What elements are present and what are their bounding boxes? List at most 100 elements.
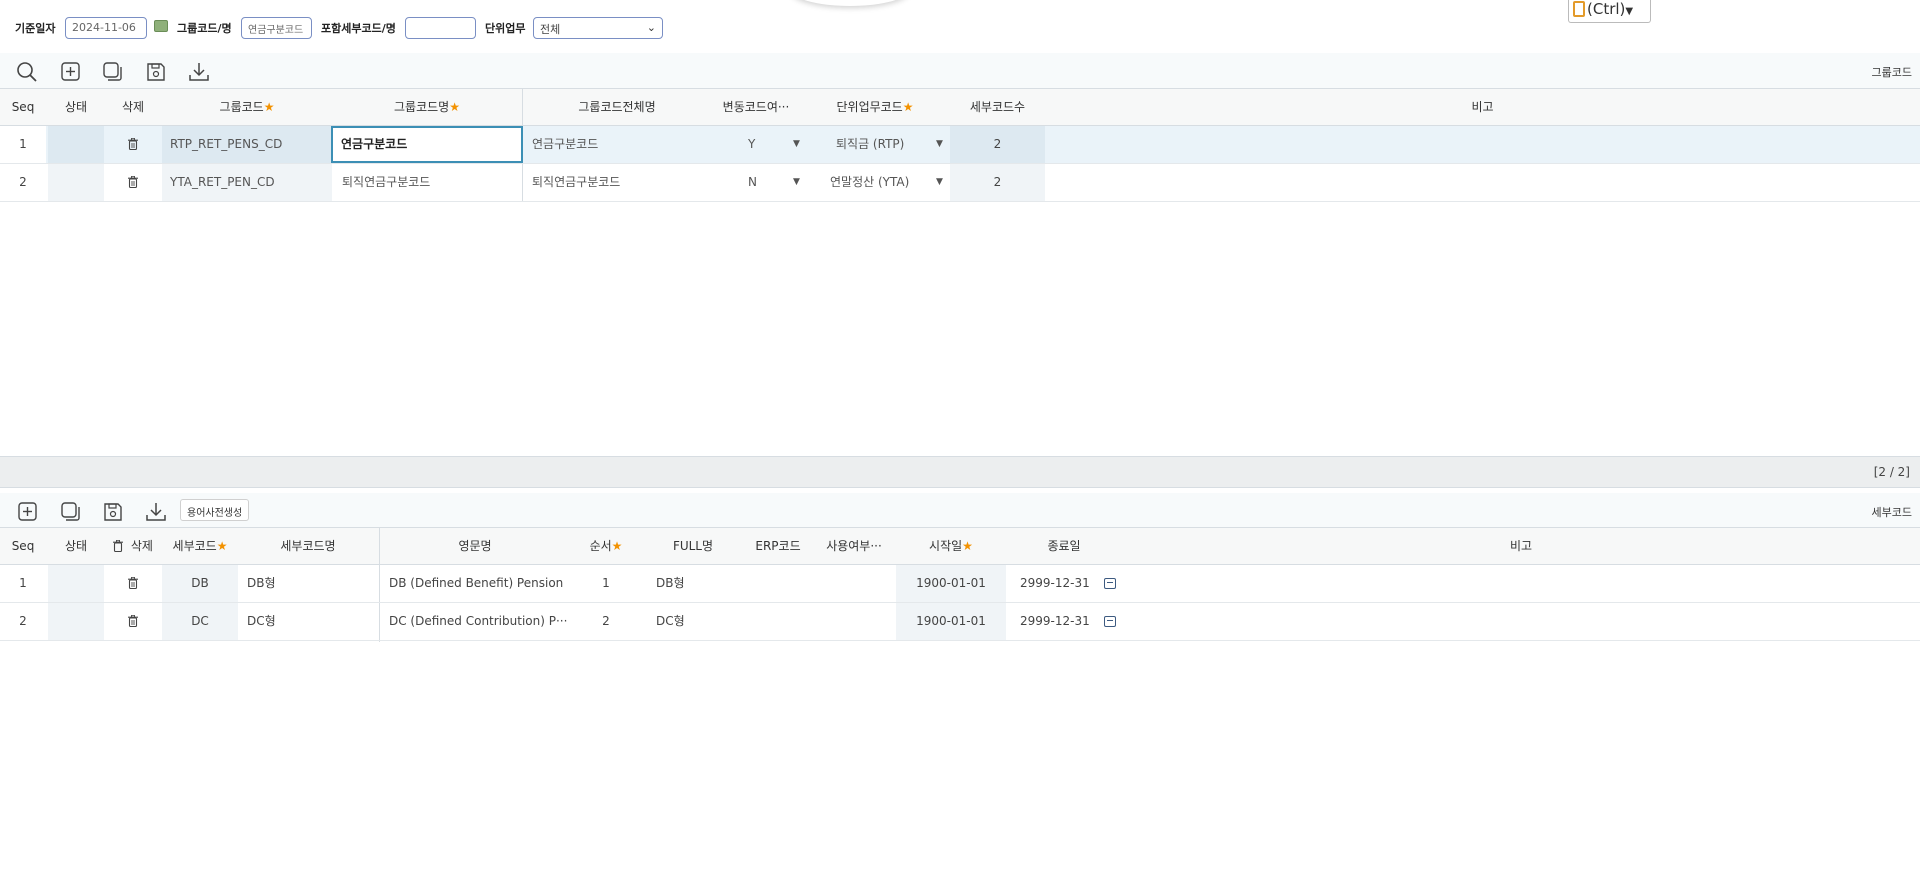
col-remark[interactable]: 비고 xyxy=(1045,89,1920,125)
group-code-grid: Seq 상태 삭제 그룹코드★ 그룹코드명★ 그룹코드전체명 변동코드여··· … xyxy=(0,88,1920,458)
trash-icon[interactable] xyxy=(104,164,162,201)
col-seq[interactable]: Seq xyxy=(0,528,46,564)
detail-code-grid-header: Seq 상태 삭제 세부코드★ 세부코드명 영문명 순서★ FULL명 ERP코… xyxy=(0,527,1920,565)
cell-start-date[interactable]: 1900-01-01 xyxy=(896,603,1006,640)
col-erp-code[interactable]: ERP코드 xyxy=(744,528,812,564)
col-end-date[interactable]: 종료일 xyxy=(1006,528,1122,564)
download-icon[interactable] xyxy=(145,501,167,523)
col-status[interactable]: 상태 xyxy=(48,89,104,125)
col-remark[interactable]: 비고 xyxy=(1122,528,1920,564)
calendar-icon[interactable] xyxy=(154,20,168,32)
cell-end-date[interactable]: 2999-12-31 xyxy=(1006,565,1122,602)
calendar-icon[interactable] xyxy=(1103,616,1116,627)
required-star-icon: ★ xyxy=(449,100,460,114)
table-row[interactable]: 1 DB DB형 DB (Defined Benefit) Pension 1 … xyxy=(0,565,1920,603)
cell-group-name[interactable]: 퇴직연금구분코드 xyxy=(332,164,522,201)
dropdown-arrow-icon[interactable]: ▼ xyxy=(793,126,800,163)
paste-options-label: (Ctrl) xyxy=(1587,0,1626,18)
cell-english-name[interactable]: DC (Defined Contribution) P··· xyxy=(380,603,570,640)
download-icon[interactable] xyxy=(188,61,210,83)
copy-icon[interactable] xyxy=(102,61,124,83)
detail-code-title: 세부코드 xyxy=(1871,506,1912,519)
cell-detail-count: 2 xyxy=(950,164,1045,201)
cell-full-name[interactable]: DC형 xyxy=(642,603,744,640)
cell-use-yn[interactable] xyxy=(812,565,896,602)
required-star-icon: ★ xyxy=(962,539,973,553)
unit-work-select[interactable]: 전체 ⌄ xyxy=(533,17,663,39)
col-variable[interactable]: 변동코드여··· xyxy=(712,89,800,125)
table-row[interactable]: 2 DC DC형 DC (Defined Contribution) P··· … xyxy=(0,603,1920,641)
col-unit-work-code[interactable]: 단위업무코드★ xyxy=(800,89,950,125)
trash-icon[interactable] xyxy=(104,126,162,163)
page-indicator: [2 / 2] xyxy=(1873,465,1910,479)
col-english-name[interactable]: 영문명 xyxy=(380,528,570,564)
cell-variable[interactable]: N xyxy=(712,164,800,201)
cell-unit-work-code[interactable]: 연말정산 (YTA) xyxy=(800,164,950,201)
col-delete[interactable]: 삭제 xyxy=(104,528,162,564)
save-icon[interactable] xyxy=(102,501,124,523)
cell-status xyxy=(48,565,104,602)
cell-english-name[interactable]: DB (Defined Benefit) Pension xyxy=(380,565,570,602)
table-row[interactable]: 1 RTP_RET_PENS_CD 연금구분코드 연금구분코드 Y ▼ 퇴직금 … xyxy=(0,126,1920,164)
caret-down-icon: ▼ xyxy=(1625,6,1634,17)
add-icon[interactable] xyxy=(60,61,82,83)
cell-end-date[interactable]: 2999-12-31 xyxy=(1006,603,1122,640)
required-star-icon: ★ xyxy=(902,100,914,114)
dictionary-generate-button[interactable]: 용어사전생성 xyxy=(180,499,250,521)
copy-icon[interactable] xyxy=(60,501,82,523)
paste-options-popup[interactable]: (Ctrl)▼ xyxy=(1568,0,1651,23)
col-order-label: 순서 xyxy=(589,539,612,553)
table-row[interactable]: 2 YTA_RET_PEN_CD 퇴직연금구분코드 퇴직연금구분코드 N ▼ 연… xyxy=(0,164,1920,202)
base-date-input[interactable]: 2024-11-06 xyxy=(65,17,147,39)
calendar-icon[interactable] xyxy=(1103,578,1116,589)
cell-use-yn[interactable] xyxy=(812,603,896,640)
unit-work-value: 전체 xyxy=(540,23,561,36)
group-code-toolbar: 그룹코드 xyxy=(0,53,1920,89)
cell-order[interactable]: 1 xyxy=(570,565,642,602)
dropdown-arrow-icon[interactable]: ▼ xyxy=(793,164,800,201)
cell-order[interactable]: 2 xyxy=(570,603,642,640)
col-full-name[interactable]: FULL명 xyxy=(642,528,744,564)
group-code-input[interactable]: 연금구분코드 xyxy=(241,17,312,39)
cell-detail-name[interactable]: DC형 xyxy=(238,603,378,640)
cell-unit-work-code[interactable]: 퇴직금 (RTP) xyxy=(800,126,950,163)
cell-seq: 2 xyxy=(19,614,27,628)
col-group-code[interactable]: 그룹코드★ xyxy=(162,89,332,125)
detail-code-input[interactable] xyxy=(405,17,476,39)
add-icon[interactable] xyxy=(17,501,39,523)
col-seq[interactable]: Seq xyxy=(0,89,46,125)
col-delete[interactable]: 삭제 xyxy=(104,89,162,125)
col-status[interactable]: 상태 xyxy=(48,528,104,564)
detail-code-grid: Seq 상태 삭제 세부코드★ 세부코드명 영문명 순서★ FULL명 ERP코… xyxy=(0,527,1920,642)
dropdown-arrow-icon[interactable]: ▼ xyxy=(936,126,943,163)
col-delete-label: 삭제 xyxy=(130,539,153,553)
cell-group-code: RTP_RET_PENS_CD xyxy=(162,126,332,163)
dropdown-arrow-icon[interactable]: ▼ xyxy=(936,164,943,201)
cell-detail-code: DC xyxy=(162,603,238,640)
cell-seq: 2 xyxy=(19,175,27,189)
cell-erp-code[interactable] xyxy=(744,603,812,640)
cell-full-name[interactable]: DB형 xyxy=(642,565,744,602)
trash-icon[interactable] xyxy=(113,540,124,552)
cell-start-date[interactable]: 1900-01-01 xyxy=(896,565,1006,602)
cell-detail-name[interactable]: DB형 xyxy=(238,565,378,602)
col-order[interactable]: 순서★ xyxy=(570,528,642,564)
cell-group-name-editing[interactable]: 연금구분코드 xyxy=(331,126,523,163)
detail-code-label: 포함세부코드/명 xyxy=(321,22,396,35)
col-group-name[interactable]: 그룹코드명★ xyxy=(332,89,522,125)
col-start-date[interactable]: 시작일★ xyxy=(896,528,1006,564)
col-detail-code[interactable]: 세부코드★ xyxy=(162,528,238,564)
cell-group-full-name: 연금구분코드 xyxy=(532,137,599,151)
cell-status xyxy=(48,603,104,640)
col-group-full-name[interactable]: 그룹코드전체명 xyxy=(522,89,712,125)
save-icon[interactable] xyxy=(145,61,167,83)
cell-seq: 1 xyxy=(0,126,46,163)
cell-erp-code[interactable] xyxy=(744,565,812,602)
col-detail-count[interactable]: 세부코드수 xyxy=(950,89,1045,125)
trash-icon[interactable] xyxy=(104,603,162,640)
col-detail-name[interactable]: 세부코드명 xyxy=(238,528,378,564)
col-use-yn[interactable]: 사용여부··· xyxy=(812,528,896,564)
cell-variable[interactable]: Y xyxy=(712,126,800,163)
search-icon[interactable] xyxy=(16,61,38,83)
trash-icon[interactable] xyxy=(104,565,162,602)
